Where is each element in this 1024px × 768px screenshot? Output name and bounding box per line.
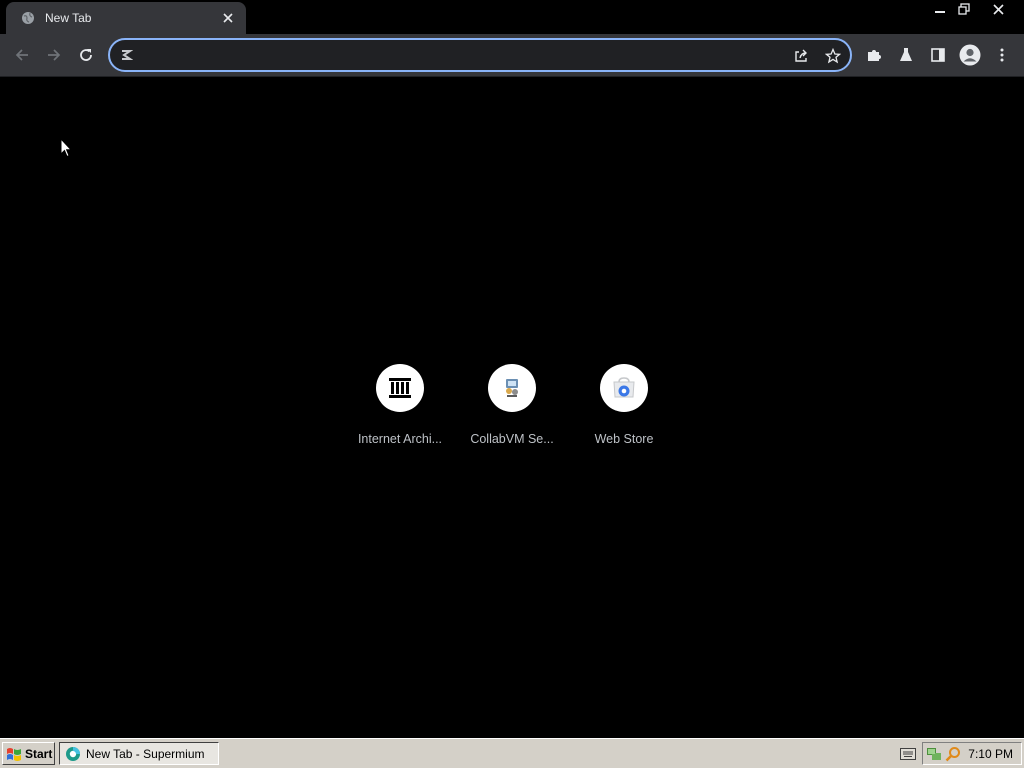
shortcut-internet-archive[interactable]: Internet Archi... [344, 362, 456, 452]
star-icon [825, 48, 841, 64]
network-icon[interactable] [926, 746, 942, 762]
taskbar-item-supermium[interactable]: New Tab - Supermium [59, 742, 219, 765]
minimize-icon [935, 11, 945, 13]
tab-title: New Tab [45, 11, 92, 25]
tab-strip: New Tab [0, 0, 1024, 34]
supermium-icon [118, 47, 134, 63]
shortcut-icon-circle [376, 364, 424, 412]
shortcut-label: CollabVM Se... [470, 432, 554, 446]
start-label: Start [25, 746, 53, 761]
browser-toolbar [0, 34, 1024, 77]
mouse-cursor-icon [60, 137, 73, 163]
tab-close-icon[interactable] [220, 10, 236, 26]
window-restore-button[interactable] [952, 0, 976, 18]
window-close-button[interactable] [976, 0, 1020, 18]
new-tab-page: Internet Archi... CollabVM Se... Web Sto… [0, 77, 1024, 738]
windows-flag-icon [7, 747, 21, 761]
shortcut-collabvm[interactable]: CollabVM Se... [456, 362, 568, 452]
side-panel-icon [931, 48, 945, 62]
shortcut-label: Internet Archi... [357, 432, 443, 446]
address-input[interactable] [140, 43, 770, 67]
bookmark-button[interactable] [820, 43, 846, 69]
profile-avatar-icon [959, 44, 981, 66]
puzzle-icon [868, 50, 881, 61]
collabvm-icon [506, 379, 518, 397]
share-button[interactable] [788, 43, 814, 69]
taskbar: Start New Tab - Supermium 7:10 PM [0, 738, 1024, 768]
arrow-left-icon [15, 49, 28, 61]
share-icon [795, 49, 807, 62]
start-button[interactable]: Start [2, 742, 55, 765]
taskbar-item-label: New Tab - Supermium [86, 746, 205, 761]
forward-button[interactable] [38, 39, 70, 71]
reload-button[interactable] [70, 39, 102, 71]
menu-button[interactable] [986, 39, 1018, 71]
flask-icon [900, 48, 912, 61]
address-bar[interactable] [108, 38, 852, 72]
web-store-icon [613, 377, 635, 398]
back-button[interactable] [6, 39, 38, 71]
shortcut-icon-circle [600, 364, 648, 412]
kebab-menu-icon [1000, 48, 1004, 62]
search-icon[interactable] [945, 746, 961, 762]
reload-icon [80, 49, 92, 61]
clock[interactable]: 7:10 PM [968, 747, 1013, 761]
supermium-icon [66, 746, 80, 761]
extensions-button[interactable] [858, 39, 890, 71]
shortcut-label: Web Store [594, 432, 654, 446]
side-panel-button[interactable] [922, 39, 954, 71]
archive-building-icon [389, 378, 411, 398]
labs-button[interactable] [890, 39, 922, 71]
tab-new-tab[interactable]: New Tab [6, 2, 246, 34]
window-minimize-button[interactable] [928, 0, 952, 18]
system-tray: 7:10 PM [922, 742, 1022, 765]
profile-button[interactable] [954, 39, 986, 71]
arrow-right-icon [48, 49, 61, 61]
restore-icon [958, 3, 970, 15]
shortcut-icon-circle [488, 364, 536, 412]
globe-icon [20, 10, 36, 26]
close-icon [992, 3, 1004, 15]
shortcut-web-store[interactable]: Web Store [568, 362, 680, 452]
keyboard-icon[interactable] [899, 746, 917, 762]
